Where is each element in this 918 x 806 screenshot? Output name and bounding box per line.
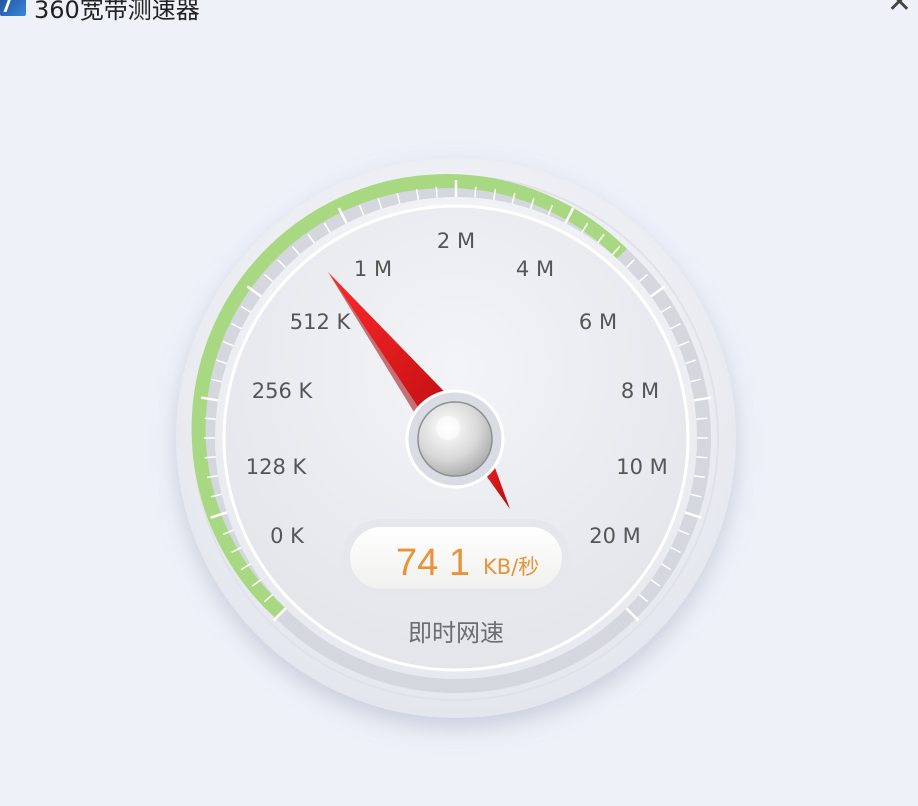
scale-label-10m: 10 M — [616, 455, 668, 479]
speed-value: 74 1 — [396, 542, 470, 584]
scale-label-512k: 512 K — [290, 310, 352, 334]
gauge-caption: 即时网速 — [408, 619, 504, 647]
scale-label-20m: 20 M — [589, 524, 641, 548]
speed-unit: KB/秒 — [483, 555, 539, 579]
scale-label-4m: 4 M — [516, 257, 554, 281]
scale-label-1m: 1 M — [354, 257, 392, 281]
scale-label-2m: 2 M — [437, 229, 475, 253]
gauge-tick — [435, 186, 438, 198]
scale-label-256k: 256 K — [252, 379, 314, 403]
scale-label-6m: 6 M — [579, 310, 617, 334]
gauge-tick — [204, 456, 216, 459]
gauge-tick — [474, 186, 477, 198]
scale-label-0k: 0 K — [270, 524, 305, 548]
gauge-tick — [696, 456, 708, 459]
scale-label-8m: 8 M — [621, 379, 659, 403]
needle-hub — [417, 401, 493, 477]
speed-gauge: 0 K 128 K 256 K 512 K 1 M 2 M 4 M 6 M 8 … — [176, 158, 736, 718]
gauge-tick — [696, 417, 708, 420]
gauge-tick — [204, 417, 216, 420]
needle-hub-shine — [436, 416, 460, 440]
scale-label-128k: 128 K — [246, 455, 308, 479]
